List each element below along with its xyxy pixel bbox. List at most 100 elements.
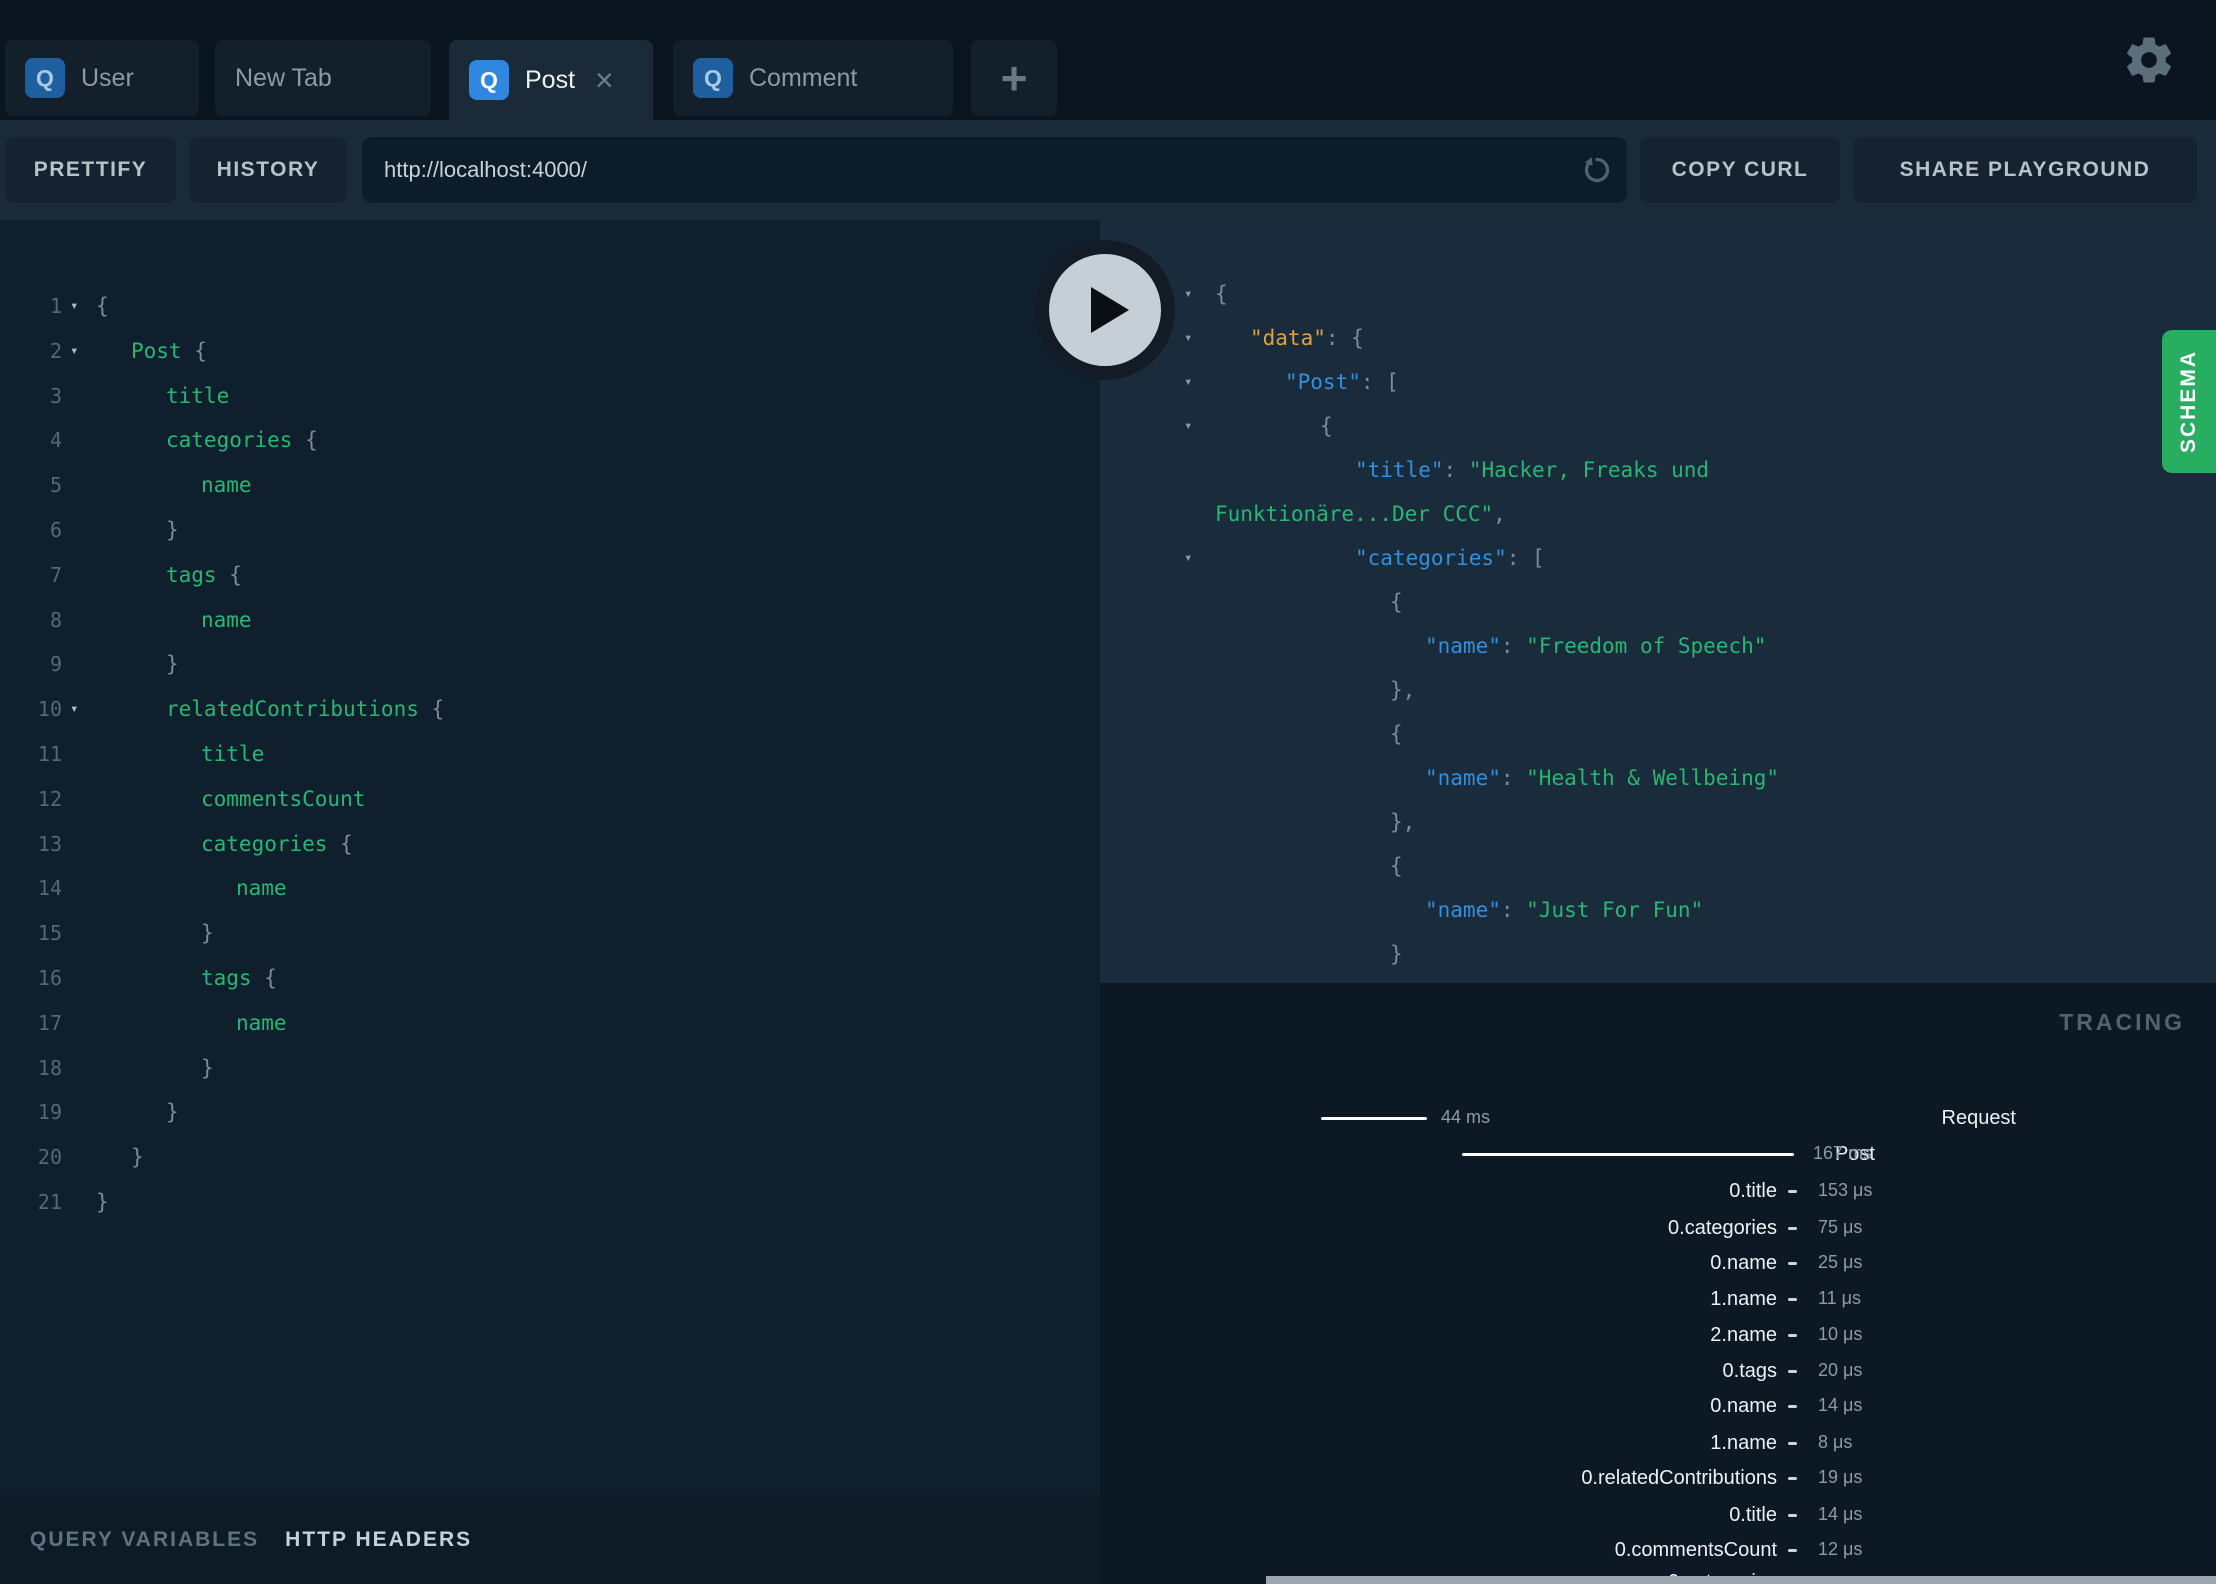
query-variables-tab[interactable]: QUERY VARIABLES — [30, 1528, 259, 1552]
tracing-title: TRACING — [2059, 1009, 2185, 1035]
editor-line: 13 categories { — [0, 822, 1100, 867]
code-text: { — [1390, 844, 2216, 888]
trace-duration-value: 25 μs — [1818, 1252, 1863, 1272]
code-text: "title": "Hacker, Freaks und — [1355, 448, 2216, 492]
response-line: ▾ "categories": [ — [1100, 536, 2216, 580]
fold-arrow-icon[interactable]: ▾ — [1184, 316, 1192, 360]
code-text: title — [166, 374, 1100, 419]
tracing-row: 0.title 153 μs — [1100, 1177, 2216, 1205]
close-tab-icon[interactable]: × — [595, 64, 614, 96]
punct-token: }, — [1390, 678, 1416, 702]
trace-duration-value: 14 μs — [1818, 1395, 1863, 1415]
line-number: 17 — [37, 1010, 62, 1035]
response-line: ] — [1100, 976, 2216, 983]
trace-duration-dash — [1788, 1514, 1797, 1517]
trace-duration-dash — [1788, 1298, 1797, 1301]
tab-user[interactable]: Q User — [5, 40, 199, 116]
trace-duration-dash — [1788, 1262, 1797, 1265]
tracing-row: 0.categories 75 μs — [1100, 1214, 2216, 1242]
new-tab-button[interactable]: + — [971, 40, 1057, 116]
punct-token: } — [166, 652, 179, 677]
tracing-horizontal-scrollbar[interactable] — [1266, 1576, 2216, 1584]
punct-token: { — [305, 428, 318, 453]
response-line: "title": "Hacker, Freaks und — [1100, 448, 2216, 492]
session-toolbar: PRETTIFY HISTORY COPY CURL SHARE PLAYGRO… — [0, 120, 2216, 220]
trace-duration-value: 167 ms — [1813, 1143, 1873, 1163]
tab-label: User — [81, 63, 134, 92]
query-editor[interactable]: 1 ▾{2 ▾ Post {3 title 4 categories {5 name 6} 7 ta… — [0, 220, 1100, 1495]
execute-query-button[interactable] — [1035, 240, 1175, 380]
line-number: 13 — [37, 831, 62, 856]
editor-line: 12 commentsCount — [0, 777, 1100, 822]
punct-token: , — [1493, 502, 1506, 526]
fold-arrow-icon[interactable]: ▾ — [70, 329, 78, 374]
endpoint-url-input[interactable] — [362, 137, 1627, 203]
trace-resolver-label: 0.title — [1729, 1504, 1777, 1526]
key-token: "categories" — [1355, 546, 1507, 570]
punct-token: { — [431, 697, 445, 722]
field-token: tags — [201, 965, 265, 990]
trace-resolver-label: 0.categories — [1668, 1217, 1777, 1239]
punct-token: { — [1215, 282, 1228, 306]
http-headers-tab[interactable]: HTTP HEADERS — [285, 1528, 472, 1552]
fold-arrow-icon[interactable]: ▾ — [1184, 404, 1192, 448]
code-text: } — [131, 1135, 1100, 1180]
editor-line: 14 name — [0, 866, 1100, 911]
schema-side-tab[interactable]: SCHEMA — [2162, 330, 2216, 473]
line-number: 4 — [49, 428, 62, 453]
fold-arrow-icon[interactable]: ▾ — [1184, 536, 1192, 580]
fold-arrow-icon[interactable]: ▾ — [1184, 360, 1192, 404]
code-text: } — [166, 642, 1100, 687]
string-token: "Freedom of Speech" — [1526, 634, 1767, 658]
editor-line: 20} — [0, 1135, 1100, 1180]
trace-duration-value: 12 μs — [1818, 1539, 1863, 1559]
editor-line: 10 ▾ relatedContributions { — [0, 687, 1100, 732]
fold-arrow-icon[interactable]: ▾ — [70, 687, 78, 732]
tab-post[interactable]: Q Post × — [449, 40, 653, 120]
tab-new-tab[interactable]: New Tab — [215, 40, 431, 116]
history-button[interactable]: HISTORY — [189, 137, 347, 203]
prettify-button[interactable]: PRETTIFY — [5, 137, 176, 203]
query-badge-icon: Q — [693, 58, 733, 98]
copy-curl-button[interactable]: COPY CURL — [1640, 137, 1840, 203]
tracing-row: 0.relatedContributions 19 μs — [1100, 1464, 2216, 1492]
trace-resolver-label: Request — [1941, 1107, 2017, 1129]
editor-line: 18} — [0, 1046, 1100, 1091]
fold-arrow-icon[interactable]: ▾ — [1184, 272, 1192, 316]
editor-line: 5 name — [0, 463, 1100, 508]
code-text: } — [201, 1046, 1100, 1091]
key-token: "name" — [1425, 766, 1501, 790]
code-text: relatedContributions { — [166, 687, 1100, 732]
trace-resolver-label: 0.tags — [1722, 1360, 1777, 1382]
trace-duration-dash — [1788, 1405, 1797, 1408]
code-text: { — [1390, 580, 2216, 624]
field-token: name — [201, 473, 252, 498]
field-token: categories — [166, 428, 306, 453]
trace-duration-dash — [1788, 1334, 1797, 1337]
tab-comment[interactable]: Q Comment — [673, 40, 953, 116]
tab-label: Comment — [749, 63, 858, 92]
fold-arrow-icon[interactable]: ▾ — [70, 284, 78, 329]
line-number: 5 — [49, 473, 62, 498]
punct-token: : { — [1325, 326, 1364, 350]
tracing-row: 0.name 14 μs — [1100, 1392, 2216, 1420]
code-text: Funktionäre...Der CCC", — [1215, 492, 2216, 536]
punct-token: { — [1390, 854, 1403, 878]
tracing-row: 1.name 8 μs — [1100, 1429, 2216, 1457]
punct-token: { — [194, 338, 207, 363]
settings-gear-icon[interactable] — [2122, 33, 2176, 87]
trace-duration-dash — [1788, 1477, 1797, 1480]
key-token: "name" — [1425, 898, 1501, 922]
editor-line: 16 tags { — [0, 956, 1100, 1001]
response-line: { — [1100, 844, 2216, 888]
tracing-row: 0.title 14 μs — [1100, 1501, 2216, 1529]
punct-token: } — [1390, 942, 1403, 966]
tracing-row: 0.name 25 μs — [1100, 1249, 2216, 1277]
code-text: } — [166, 1090, 1100, 1135]
data-key-token: "data" — [1250, 326, 1326, 350]
reload-schema-icon[interactable] — [1579, 152, 1615, 188]
share-playground-button[interactable]: SHARE PLAYGROUND — [1853, 137, 2197, 203]
trace-resolver-label: 0.relatedContributions — [1581, 1467, 1777, 1489]
punct-token: { — [264, 965, 277, 990]
field-token: commentsCount — [201, 786, 366, 811]
